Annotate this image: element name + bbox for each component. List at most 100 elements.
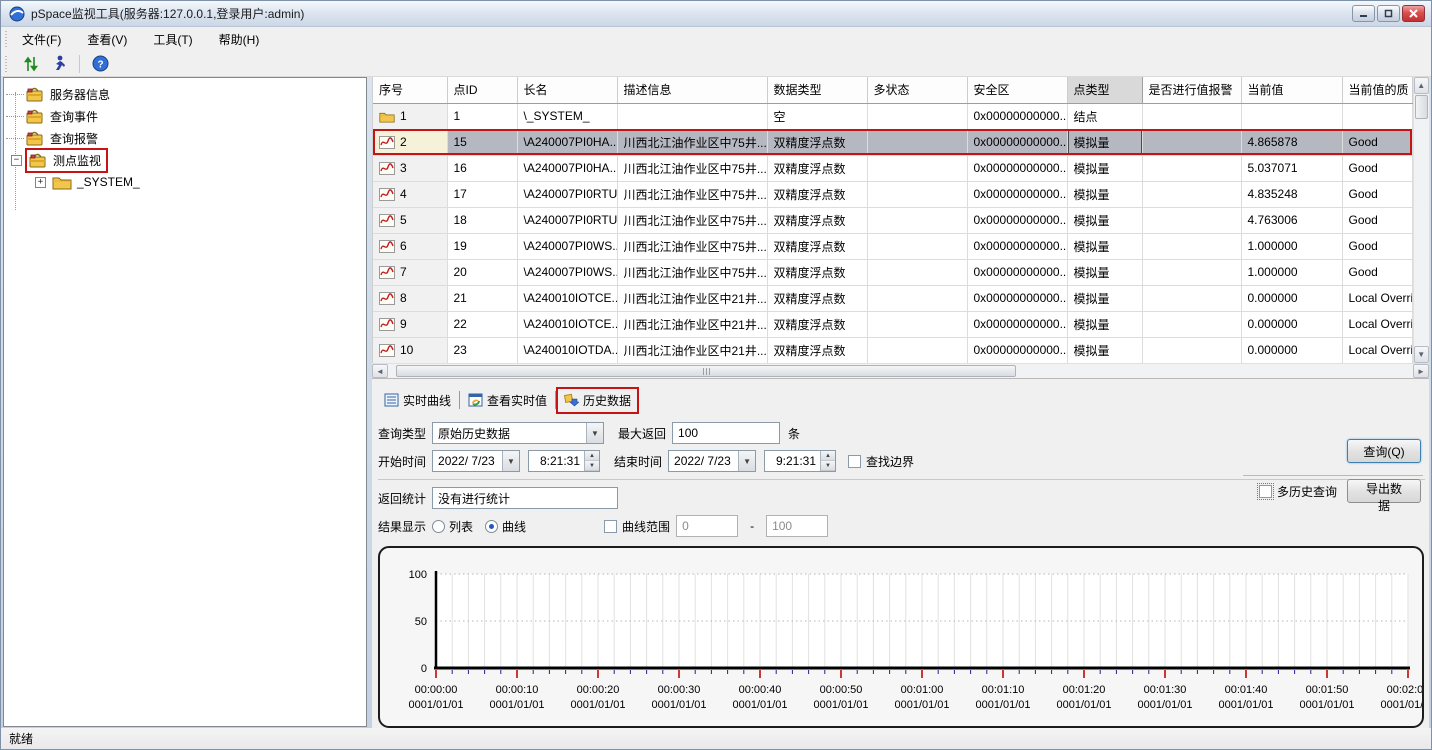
table-cell[interactable]: 双精度浮点数 [767, 181, 867, 207]
refresh-icon[interactable] [21, 54, 41, 74]
menu-help[interactable]: 帮助(H) [210, 28, 269, 51]
table-cell[interactable]: \A240007PI0RTU... [517, 181, 617, 207]
table-cell[interactable] [1142, 233, 1241, 259]
table-cell[interactable]: 模拟量 [1067, 129, 1142, 155]
tab-1[interactable]: 实时曲线 [378, 389, 457, 412]
table-cell[interactable]: \A240007PI0HA... [517, 129, 617, 155]
table-cell[interactable]: 4.835248 [1241, 181, 1342, 207]
column-header[interactable]: 当前值 [1241, 77, 1342, 103]
table-vertical-scrollbar[interactable]: ▲ ▼ [1413, 77, 1430, 363]
table-cell[interactable]: 4.865878 [1241, 129, 1342, 155]
column-header[interactable]: 序号 [373, 77, 447, 103]
table-cell[interactable]: 0.000000 [1241, 311, 1342, 337]
table-cell[interactable] [1142, 337, 1241, 363]
table-cell[interactable]: 川西北江油作业区中21井... [617, 337, 767, 363]
table-cell[interactable]: 5.037071 [1241, 155, 1342, 181]
sidebar-item-3[interactable]: 查询报警 [4, 127, 366, 149]
max-return-input[interactable] [672, 422, 780, 444]
curve-range-min-input[interactable] [676, 515, 738, 537]
table-cell[interactable]: 18 [447, 207, 517, 233]
sidebar-item-2[interactable]: 查询事件 [4, 105, 366, 127]
table-cell[interactable]: Good [1342, 233, 1412, 259]
collapse-icon[interactable]: − [11, 155, 22, 166]
table-cell[interactable]: 0x00000000000... [967, 155, 1067, 181]
table-horizontal-scrollbar[interactable]: ◄ ► [372, 363, 1429, 378]
table-row[interactable]: 821\A240010IOTCE...川西北江油作业区中21井...双精度浮点数… [373, 285, 1412, 311]
close-button[interactable] [1402, 5, 1425, 22]
table-cell[interactable] [1142, 103, 1241, 129]
table-cell[interactable]: Local Overrid [1342, 311, 1412, 337]
spin-up-icon[interactable]: ▲ [585, 451, 599, 461]
table-cell[interactable]: 双精度浮点数 [767, 311, 867, 337]
spin-down-icon[interactable]: ▼ [585, 461, 599, 471]
help-icon[interactable]: ? [90, 54, 110, 74]
table-cell[interactable]: 4.763006 [1241, 207, 1342, 233]
table-cell[interactable] [867, 103, 967, 129]
multi-history-checkbox[interactable] [1259, 485, 1272, 498]
return-stats-field[interactable] [432, 487, 618, 509]
row-header-cell[interactable]: 1 [373, 103, 447, 129]
sidebar-item-1[interactable]: 服务器信息 [4, 83, 366, 105]
export-data-button[interactable]: 导出数据 [1347, 479, 1421, 503]
table-cell[interactable]: 0x00000000000... [967, 103, 1067, 129]
table-cell[interactable] [1142, 129, 1241, 155]
table-cell[interactable]: \A240007PI0RTU... [517, 207, 617, 233]
table-cell[interactable] [867, 259, 967, 285]
table-cell[interactable]: Good [1342, 155, 1412, 181]
user-icon[interactable] [49, 54, 69, 74]
table-cell[interactable]: 模拟量 [1067, 207, 1142, 233]
table-cell[interactable]: 双精度浮点数 [767, 129, 867, 155]
table-cell[interactable]: Good [1342, 259, 1412, 285]
minimize-button[interactable] [1352, 5, 1375, 22]
table-cell[interactable]: 模拟量 [1067, 311, 1142, 337]
end-date-picker[interactable]: 2022/ 7/23 ▼ [668, 450, 756, 472]
table-cell[interactable]: 1.000000 [1241, 233, 1342, 259]
menu-view[interactable]: 查看(V) [78, 28, 136, 51]
chevron-down-icon[interactable]: ▼ [586, 423, 603, 443]
end-time-spinner[interactable]: 9:21:31 ▲▼ [764, 450, 836, 472]
table-cell[interactable]: \A240010IOTCE... [517, 285, 617, 311]
curve-range-max-input[interactable] [766, 515, 828, 537]
table-cell[interactable]: 0x00000000000... [967, 207, 1067, 233]
table-cell[interactable]: \_SYSTEM_ [517, 103, 617, 129]
table-cell[interactable]: 川西北江油作业区中75井... [617, 259, 767, 285]
table-cell[interactable]: 0x00000000000... [967, 181, 1067, 207]
table-cell[interactable]: Good [1342, 207, 1412, 233]
table-cell[interactable]: 0.000000 [1241, 285, 1342, 311]
result-curve-radio[interactable] [485, 520, 498, 533]
row-header-cell[interactable]: 3 [373, 155, 447, 181]
table-cell[interactable] [867, 129, 967, 155]
table-cell[interactable]: 双精度浮点数 [767, 233, 867, 259]
table-cell[interactable]: \A240007PI0WS... [517, 233, 617, 259]
table-cell[interactable]: 川西北江油作业区中75井... [617, 155, 767, 181]
table-row[interactable]: 518\A240007PI0RTU...川西北江油作业区中75井...双精度浮点… [373, 207, 1412, 233]
table-cell[interactable]: 0x00000000000... [967, 129, 1067, 155]
scroll-right-icon[interactable]: ► [1413, 364, 1429, 378]
table-cell[interactable] [617, 103, 767, 129]
table-cell[interactable]: 17 [447, 181, 517, 207]
table-cell[interactable] [1142, 259, 1241, 285]
table-cell[interactable]: 双精度浮点数 [767, 259, 867, 285]
table-cell[interactable]: 双精度浮点数 [767, 155, 867, 181]
chevron-down-icon[interactable]: ▼ [738, 451, 755, 471]
table-cell[interactable]: 模拟量 [1067, 285, 1142, 311]
curve-range-checkbox[interactable] [604, 520, 617, 533]
table-cell[interactable]: 0x00000000000... [967, 285, 1067, 311]
query-type-select[interactable]: 原始历史数据 ▼ [432, 422, 604, 444]
table-cell[interactable]: 川西北江油作业区中21井... [617, 311, 767, 337]
table-cell[interactable]: 模拟量 [1067, 181, 1142, 207]
table-cell[interactable]: 结点 [1067, 103, 1142, 129]
table-cell[interactable]: 川西北江油作业区中75井... [617, 207, 767, 233]
row-header-cell[interactable]: 7 [373, 259, 447, 285]
table-cell[interactable] [1142, 155, 1241, 181]
table-cell[interactable] [1142, 311, 1241, 337]
spin-up-icon[interactable]: ▲ [821, 451, 835, 461]
table-cell[interactable]: 22 [447, 311, 517, 337]
find-boundary-checkbox[interactable] [848, 455, 861, 468]
table-cell[interactable]: 16 [447, 155, 517, 181]
table-row[interactable]: 1023\A240010IOTDA...川西北江油作业区中21井...双精度浮点… [373, 337, 1412, 363]
menu-file[interactable]: 文件(F) [13, 28, 70, 51]
table-cell[interactable]: 双精度浮点数 [767, 285, 867, 311]
column-header[interactable]: 点类型 [1067, 77, 1142, 103]
table-cell[interactable]: 21 [447, 285, 517, 311]
